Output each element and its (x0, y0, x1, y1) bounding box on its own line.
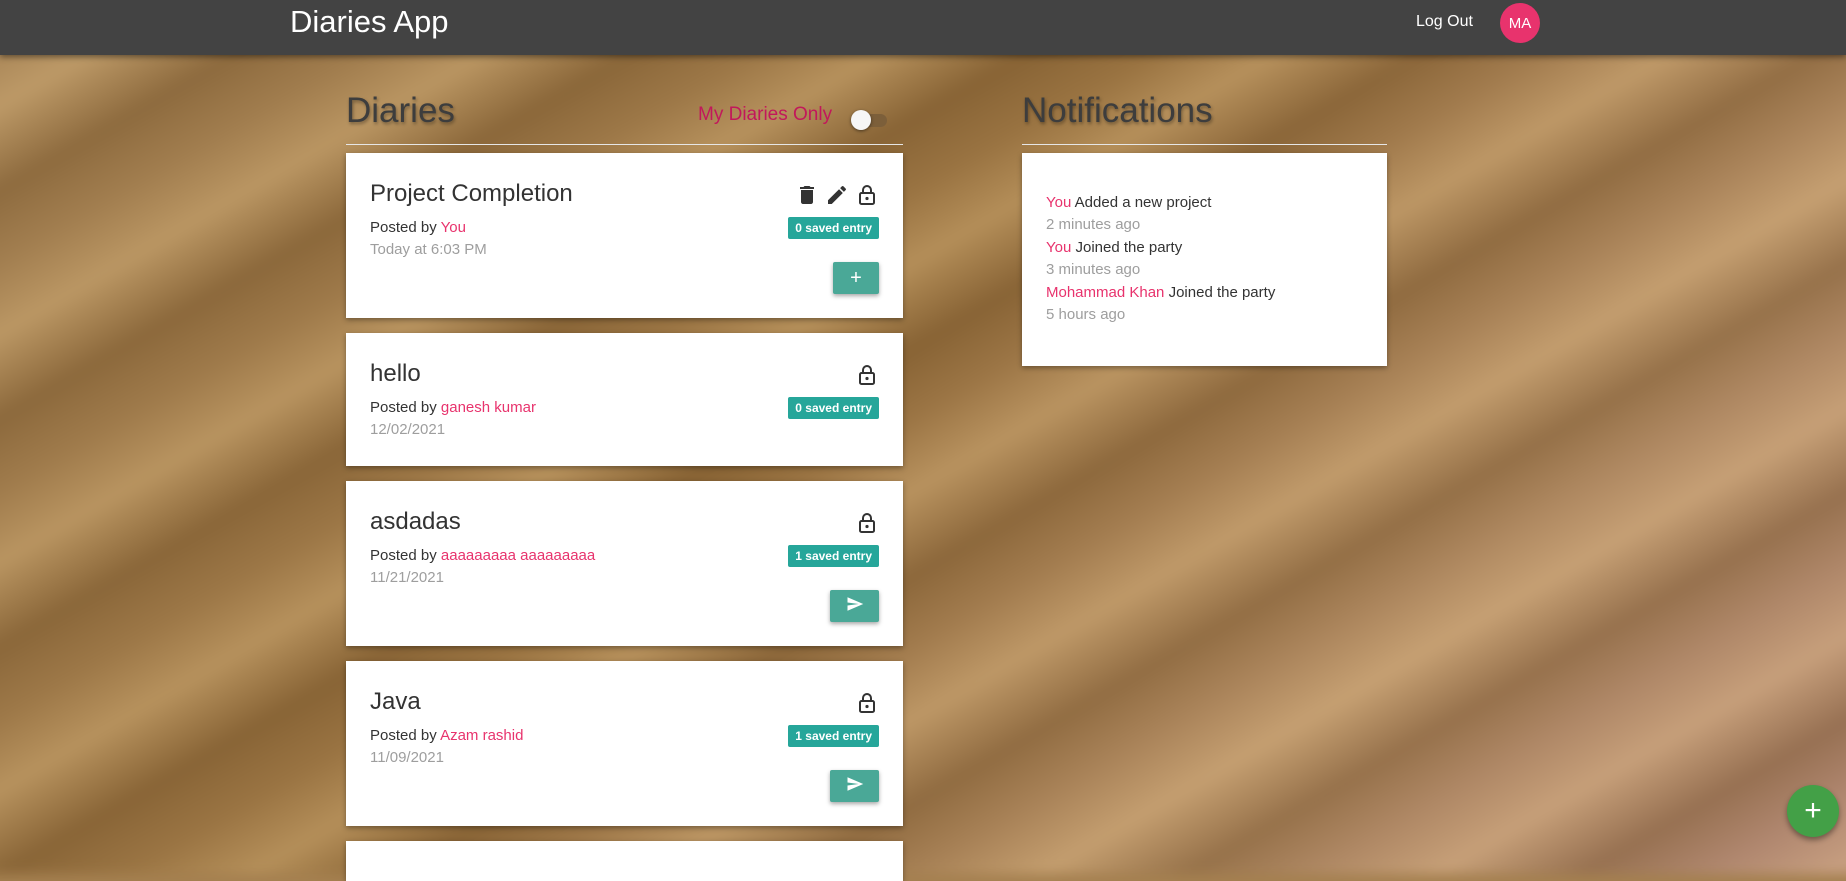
notifications-card: You Added a new project 2 minutes ago Yo… (1022, 153, 1387, 366)
diary-author-link[interactable]: Azam rashid (440, 727, 523, 744)
diary-date: 11/21/2021 (370, 569, 444, 586)
lock-open-icon[interactable] (855, 691, 879, 715)
posted-by-label: Posted by (370, 547, 437, 564)
diary-card: Project Completion Posted by You Today a… (346, 153, 903, 318)
diary-posted-by: Posted by ganesh kumar (370, 399, 536, 416)
posted-by-label: Posted by (370, 219, 437, 236)
send-button[interactable] (830, 590, 879, 622)
logout-link[interactable]: Log Out (1416, 13, 1473, 31)
diary-title: Project Completion (370, 180, 573, 207)
diary-title: asdadas (370, 508, 461, 535)
diary-author-link[interactable]: You (441, 219, 466, 236)
send-icon (846, 775, 864, 798)
diary-posted-by: Posted by aaaaaaaaa aaaaaaaaa (370, 547, 595, 564)
notifications-divider (1022, 144, 1387, 145)
notification-user-link[interactable]: Mohammad Khan (1046, 284, 1164, 301)
diary-posted-by: Posted by Azam rashid (370, 727, 523, 744)
notification-time: 2 minutes ago (1046, 216, 1141, 233)
diary-actions (855, 691, 879, 715)
diary-card: hello Posted by ganesh kumar 12/02/2021 … (346, 333, 903, 466)
send-icon (846, 595, 864, 618)
trash-icon[interactable] (795, 183, 819, 207)
top-navbar: Diaries App Log Out MA (0, 0, 1846, 55)
my-diaries-only-toggle[interactable] (851, 110, 887, 130)
notification-time: 3 minutes ago (1046, 261, 1141, 278)
add-diary-fab[interactable]: + (1787, 785, 1839, 837)
posted-by-label: Posted by (370, 727, 437, 744)
notification-user-link[interactable]: You (1046, 194, 1071, 211)
add-entry-button[interactable]: + (833, 262, 879, 294)
background-image (0, 0, 1846, 875)
posted-by-label: Posted by (370, 399, 437, 416)
diary-author-link[interactable]: aaaaaaaaa aaaaaaaaa (441, 547, 595, 564)
user-avatar[interactable]: MA (1500, 3, 1540, 43)
notification-text: Joined the party (1075, 239, 1183, 256)
notification-text: Added a new project (1074, 194, 1212, 211)
notification-time: 5 hours ago (1046, 306, 1126, 323)
pencil-icon[interactable] (825, 183, 849, 207)
saved-entry-badge: 0 saved entry (788, 217, 879, 239)
notification-item: You Added a new project (1046, 194, 1211, 211)
toggle-thumb (851, 110, 871, 130)
lock-open-icon[interactable] (855, 511, 879, 535)
diary-date: 12/02/2021 (370, 421, 446, 438)
plus-icon: + (850, 266, 862, 289)
notification-text: Joined the party (1168, 284, 1276, 301)
diary-title: Java (370, 688, 421, 715)
notification-item: Mohammad Khan Joined the party (1046, 284, 1275, 301)
app-title[interactable]: Diaries App (290, 4, 449, 40)
diaries-heading: Diaries (346, 91, 455, 130)
diary-card: asdadas Posted by aaaaaaaaa aaaaaaaaa 11… (346, 481, 903, 646)
plus-icon: + (1804, 794, 1822, 827)
diary-card (346, 841, 903, 881)
my-diaries-only-label: My Diaries Only (698, 104, 833, 125)
lock-open-icon[interactable] (855, 183, 879, 207)
diary-title: hello (370, 360, 421, 387)
notifications-heading: Notifications (1022, 91, 1213, 130)
diary-date: 11/09/2021 (370, 749, 444, 766)
saved-entry-badge: 1 saved entry (788, 725, 879, 747)
diary-date: Today at 6:03 PM (370, 241, 487, 258)
diary-posted-by: Posted by You (370, 219, 466, 236)
diary-author-link[interactable]: ganesh kumar (441, 399, 536, 416)
saved-entry-badge: 1 saved entry (788, 545, 879, 567)
diary-actions (855, 363, 879, 387)
diary-card: Java Posted by Azam rashid 11/09/2021 1 … (346, 661, 903, 826)
send-button[interactable] (830, 770, 879, 802)
diary-actions (795, 183, 879, 207)
lock-open-icon[interactable] (855, 363, 879, 387)
diaries-divider (346, 144, 903, 145)
saved-entry-badge: 0 saved entry (788, 397, 879, 419)
notification-item: You Joined the party (1046, 239, 1182, 256)
diary-actions (855, 511, 879, 535)
notification-user-link[interactable]: You (1046, 239, 1071, 256)
